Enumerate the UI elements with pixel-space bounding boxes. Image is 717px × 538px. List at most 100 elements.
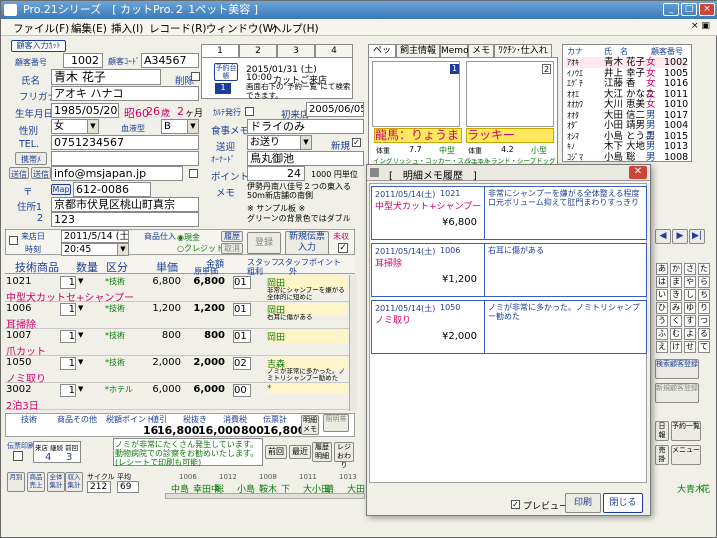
customer-list-row[interactable]: ｵｵｶﾜ 大川 恵美女 1010 — [564, 99, 688, 110]
birth-field[interactable]: 1985/05/20 — [51, 103, 119, 118]
tel-field[interactable]: 0751234567 — [51, 135, 199, 150]
bottom-staff-name[interactable]: 大田 — [347, 482, 365, 495]
bottom-staff-name[interactable]: 鞍木 — [259, 482, 277, 495]
tab-memo[interactable]: メモ — [468, 44, 494, 58]
daily-report-button[interactable]: 日報 — [655, 421, 669, 441]
item-code[interactable]: 1050 — [6, 357, 31, 368]
customer-list-row[interactable]: ｴｸﾞﾁ 江藤 香女 1016 — [564, 78, 688, 89]
menu-help[interactable]: ヘルプ(H) — [271, 21, 319, 36]
kana-button[interactable]: み — [670, 302, 682, 314]
send-mail-button[interactable]: 送信 — [9, 167, 29, 179]
kana-button[interactable]: か — [670, 263, 682, 275]
delete-checkbox[interactable] — [191, 72, 200, 81]
food-field[interactable]: ドライのみ — [247, 119, 364, 134]
karte-checkbox[interactable] — [245, 107, 254, 116]
visit-checkbox[interactable] — [9, 236, 18, 245]
customer-list-row[interactable]: ｺｼﾞﾏ 小島 聡男 1008 — [564, 152, 688, 163]
bottom-staff-name[interactable]: 中島 — [171, 482, 189, 495]
item-code[interactable]: 1021 — [6, 276, 31, 287]
item-amount[interactable]: 800 — [185, 330, 225, 341]
item-qty[interactable]: 1 — [60, 330, 76, 343]
bottom-staff-name[interactable]: 下 — [281, 482, 290, 495]
kana-button[interactable]: あ — [656, 263, 668, 275]
first-visit-field[interactable]: 2005/06/05 — [306, 102, 364, 117]
customer-id-field[interactable]: 1002 — [63, 53, 103, 68]
owner-field[interactable]: 鳥丸御池 — [247, 151, 364, 166]
pet-1-name-box[interactable]: 龍馬：りょうま — [374, 128, 462, 143]
item-code[interactable]: 1007 — [6, 330, 31, 341]
chevron-down-icon[interactable]: ▼ — [78, 277, 83, 285]
history-detail-button[interactable]: 履歴明細 — [312, 442, 332, 462]
kana-button[interactable]: え — [656, 341, 668, 353]
reservation-badge[interactable]: 予約台帳 — [214, 63, 238, 81]
bottom-staff-name[interactable]: 聡 — [215, 482, 224, 495]
mobile-button[interactable]: 携帯ﾒ — [15, 152, 47, 165]
customer-list-row[interactable]: ｷﾉ 木下 大地男 1013 — [564, 141, 688, 152]
kana-button[interactable]: む — [670, 328, 682, 340]
kana-button[interactable]: い — [656, 289, 668, 301]
item-price[interactable]: 6,000 — [145, 384, 181, 395]
item-qty[interactable]: 1 — [60, 357, 76, 370]
memo-entry[interactable]: 2011/05/14(土) 1006 耳掃除 ¥1,200 右耳に傷がある — [371, 243, 647, 297]
sex-select[interactable]: 女 ▼ — [51, 119, 99, 134]
unpaid-checkbox[interactable]: ✓ — [338, 243, 348, 253]
menu-button[interactable]: メニュー — [671, 445, 701, 465]
tab-reservation-1[interactable]: 1 — [201, 44, 239, 58]
visit-date-field[interactable]: 2011/5/14 (土) — [61, 230, 129, 243]
previous-button[interactable]: 前回 — [265, 445, 287, 459]
kana-button[interactable]: し — [684, 289, 696, 301]
total-button[interactable]: 全体集計 — [47, 472, 65, 492]
name-field[interactable]: 青木 花子 — [51, 69, 161, 85]
item-amount[interactable]: 6,800 — [185, 276, 225, 287]
kana-button[interactable]: せ — [684, 341, 696, 353]
email-checkbox[interactable] — [189, 169, 198, 178]
nav-last-button[interactable]: ▶| — [689, 229, 705, 244]
tab-pet[interactable]: ペット — [368, 44, 396, 68]
chevron-down-icon[interactable]: ▼ — [78, 331, 83, 339]
print-button[interactable]: 印刷 — [565, 493, 601, 513]
kana-button[interactable]: は — [656, 276, 668, 288]
item-price[interactable]: 2,000 — [145, 357, 181, 368]
email-field[interactable]: info@msjapan.jp — [51, 166, 183, 181]
nav-prev-button[interactable]: ◀ — [655, 229, 671, 244]
item-amount[interactable]: 6,000 — [185, 384, 225, 395]
close-button[interactable]: × — [699, 3, 715, 16]
send-mail-button-2[interactable]: 送信 — [31, 167, 51, 179]
kana-button[interactable]: く — [670, 315, 682, 327]
customer-register-button[interactable]: 顧客入力ｶｯﾄ — [11, 40, 66, 52]
kana-button[interactable]: た — [698, 263, 710, 275]
item-code[interactable]: 1006 — [6, 303, 31, 314]
customer-list-row[interactable]: ｵｵﾀ 大田 信二男 1017 — [564, 110, 688, 121]
address2-field[interactable]: 123 — [51, 212, 199, 227]
bottom-scrollbar[interactable] — [165, 493, 365, 499]
menu-window[interactable]: ウィンドウ(W) — [206, 21, 277, 36]
kana-field[interactable]: アオキ ハナコ — [51, 86, 199, 101]
kana-button[interactable]: よ — [684, 328, 696, 340]
lighting-button[interactable]: 照明帯 — [323, 414, 349, 432]
detail-memo-button[interactable]: 明細 メモ — [301, 415, 319, 435]
point-field[interactable]: 24 — [247, 166, 305, 181]
memo-entry[interactable]: 2011/05/14(土) 1021 中型犬カット+シャンプー ¥6,800 非常にシャ… — [371, 186, 647, 240]
cycle-field[interactable]: 212 — [87, 481, 111, 493]
kana-button[interactable]: う — [656, 315, 668, 327]
kana-button[interactable]: ち — [698, 289, 710, 301]
new-customer-button[interactable]: 新規顧客登録 — [655, 383, 699, 403]
new-checkbox[interactable]: ✓ — [352, 138, 361, 147]
item-row[interactable]: 1007 爪カット 1 *技術 800 800 01 岡田 ▼ — [5, 329, 353, 358]
kana-button[interactable]: ま — [670, 276, 682, 288]
item-row[interactable]: 1050 ノミ取り 1 *技術 2,000 2,000 02 吉森 ノミが非常に多かった。ノミト… — [5, 356, 353, 385]
receivable-button[interactable]: 売掛 — [655, 445, 669, 465]
minimize-button[interactable]: _ — [663, 3, 679, 16]
customer-list-row[interactable]: ｵｼﾏ 小島 とうこ男 1015 — [564, 131, 688, 142]
average-field[interactable]: 69 — [117, 481, 139, 493]
tab-reservation-2[interactable]: 2 — [239, 44, 277, 58]
history-button[interactable]: 履歴 — [221, 231, 243, 242]
nav-next-button[interactable]: ▶ — [672, 229, 688, 244]
item-row[interactable]: 1006 耳掃除 1 *技術 1,200 1,200 01 岡田 右耳に傷がある ▼ — [5, 302, 353, 331]
menu-edit[interactable]: 編集(E) — [71, 21, 107, 36]
chevron-down-icon[interactable]: ▼ — [78, 358, 83, 366]
item-staff[interactable]: 01 — [233, 330, 251, 343]
kana-button[interactable]: さ — [684, 263, 696, 275]
blood-select[interactable]: B ▼ — [161, 119, 199, 134]
kana-button[interactable]: り — [698, 302, 710, 314]
